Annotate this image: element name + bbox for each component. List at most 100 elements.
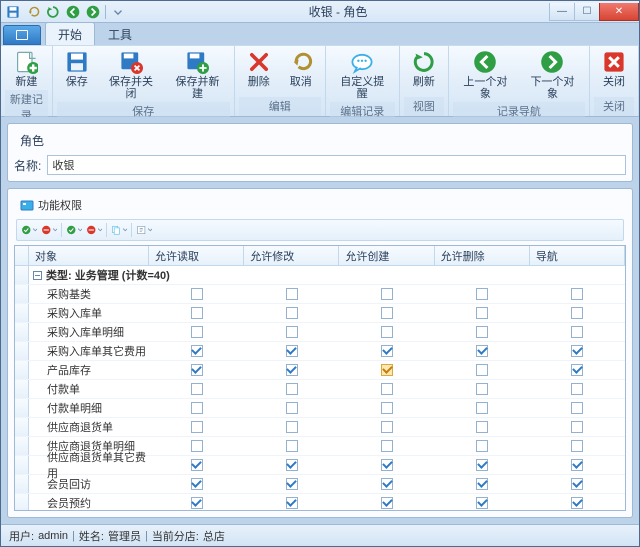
toolbar-check-icon[interactable] bbox=[21, 222, 37, 238]
checkbox[interactable] bbox=[286, 364, 298, 376]
minimize-button[interactable]: — bbox=[549, 3, 575, 21]
ribbon-save-button[interactable]: 保存 bbox=[57, 48, 97, 90]
checkbox[interactable] bbox=[571, 383, 583, 395]
checkbox[interactable] bbox=[571, 402, 583, 414]
ribbon-save-close-button[interactable]: 保存并关闭 bbox=[99, 48, 163, 102]
checkbox[interactable] bbox=[286, 383, 298, 395]
checkbox[interactable] bbox=[286, 307, 298, 319]
toolbar-check-icon[interactable] bbox=[66, 222, 82, 238]
checkbox[interactable] bbox=[286, 459, 298, 471]
checkbox[interactable] bbox=[286, 421, 298, 433]
checkbox[interactable] bbox=[476, 440, 488, 452]
group-row[interactable]: 类型: 业务管理 (计数=40) bbox=[15, 266, 625, 285]
checkbox[interactable] bbox=[476, 421, 488, 433]
checkbox[interactable] bbox=[191, 421, 203, 433]
ribbon-new-button[interactable]: 新建 bbox=[6, 48, 46, 90]
checkbox[interactable] bbox=[381, 440, 393, 452]
column-header-2[interactable]: 允许修改 bbox=[244, 246, 339, 265]
ribbon-group-label: 关闭 bbox=[594, 97, 634, 116]
checkbox[interactable] bbox=[191, 497, 203, 509]
checkbox[interactable] bbox=[381, 478, 393, 490]
checkbox[interactable] bbox=[286, 402, 298, 414]
role-name-input[interactable] bbox=[47, 155, 626, 175]
toolbar-copy-icon[interactable] bbox=[111, 222, 127, 238]
ribbon-delete-button[interactable]: 删除 bbox=[239, 48, 279, 90]
checkbox[interactable] bbox=[381, 402, 393, 414]
ribbon-refresh-button[interactable]: 刷新 bbox=[404, 48, 444, 90]
column-header-3[interactable]: 允许创建 bbox=[339, 246, 434, 265]
ribbon-close-button[interactable]: 关闭 bbox=[594, 48, 634, 90]
collapse-icon[interactable] bbox=[33, 271, 42, 280]
checkbox[interactable] bbox=[571, 307, 583, 319]
checkbox[interactable] bbox=[571, 288, 583, 300]
next-icon[interactable] bbox=[85, 4, 101, 20]
checkbox[interactable] bbox=[476, 478, 488, 490]
checkbox[interactable] bbox=[381, 383, 393, 395]
checkbox[interactable] bbox=[571, 440, 583, 452]
checkbox[interactable] bbox=[191, 364, 203, 376]
ribbon-tab-1[interactable]: 工具 bbox=[95, 22, 145, 45]
column-header-1[interactable]: 允许读取 bbox=[149, 246, 244, 265]
checkbox[interactable] bbox=[476, 459, 488, 471]
checkbox[interactable] bbox=[286, 345, 298, 357]
close-window-button[interactable]: ✕ bbox=[599, 3, 639, 21]
checkbox[interactable] bbox=[191, 478, 203, 490]
checkbox[interactable] bbox=[191, 307, 203, 319]
ribbon-remind-button[interactable]: 自定义提醒 bbox=[330, 48, 395, 102]
toolbar-export-icon[interactable] bbox=[136, 222, 152, 238]
checkbox[interactable] bbox=[476, 402, 488, 414]
column-header-5[interactable]: 导航 bbox=[530, 246, 625, 265]
checkbox[interactable] bbox=[476, 497, 488, 509]
checkbox[interactable] bbox=[381, 421, 393, 433]
checkbox[interactable] bbox=[476, 383, 488, 395]
checkbox[interactable] bbox=[286, 478, 298, 490]
checkbox[interactable] bbox=[286, 440, 298, 452]
save-icon[interactable] bbox=[5, 4, 21, 20]
refresh-icon[interactable] bbox=[45, 4, 61, 20]
undo-icon[interactable] bbox=[25, 4, 41, 20]
checkbox[interactable] bbox=[381, 326, 393, 338]
checkbox[interactable] bbox=[191, 345, 203, 357]
checkbox[interactable] bbox=[286, 497, 298, 509]
checkbox[interactable] bbox=[571, 478, 583, 490]
checkbox[interactable] bbox=[476, 364, 488, 376]
checkbox[interactable] bbox=[191, 402, 203, 414]
ribbon-cancel-button[interactable]: 取消 bbox=[281, 48, 321, 90]
checkbox[interactable] bbox=[571, 345, 583, 357]
checkbox[interactable] bbox=[571, 364, 583, 376]
more-icon[interactable] bbox=[110, 4, 126, 20]
checkbox[interactable] bbox=[381, 497, 393, 509]
ribbon-next-button[interactable]: 下一个对象 bbox=[520, 48, 585, 102]
checkbox[interactable] bbox=[571, 497, 583, 509]
checkbox[interactable] bbox=[381, 288, 393, 300]
checkbox[interactable] bbox=[191, 440, 203, 452]
checkbox[interactable] bbox=[191, 326, 203, 338]
toolbar-uncheck-icon[interactable] bbox=[86, 222, 102, 238]
checkbox[interactable] bbox=[476, 307, 488, 319]
ribbon-tab-0[interactable]: 开始 bbox=[45, 22, 95, 45]
checkbox[interactable] bbox=[571, 459, 583, 471]
checkbox[interactable] bbox=[191, 383, 203, 395]
checkbox[interactable] bbox=[286, 288, 298, 300]
checkbox[interactable] bbox=[571, 421, 583, 433]
checkbox[interactable] bbox=[381, 345, 393, 357]
column-header-4[interactable]: 允许删除 bbox=[435, 246, 530, 265]
checkbox[interactable] bbox=[571, 326, 583, 338]
maximize-button[interactable]: ☐ bbox=[574, 3, 600, 21]
grid-body[interactable]: 类型: 业务管理 (计数=40)采购基类采购入库单采购入库单明细采购入库单其它费… bbox=[15, 266, 625, 510]
checkbox[interactable] bbox=[381, 307, 393, 319]
checkbox[interactable] bbox=[476, 345, 488, 357]
checkbox[interactable] bbox=[381, 459, 393, 471]
checkbox[interactable] bbox=[476, 288, 488, 300]
checkbox[interactable] bbox=[286, 326, 298, 338]
app-menu-button[interactable] bbox=[3, 25, 41, 45]
checkbox[interactable] bbox=[191, 288, 203, 300]
checkbox[interactable] bbox=[476, 326, 488, 338]
ribbon-save-new-button[interactable]: 保存并新建 bbox=[165, 48, 229, 102]
toolbar-uncheck-icon[interactable] bbox=[41, 222, 57, 238]
ribbon-prev-button[interactable]: 上一个对象 bbox=[453, 48, 518, 102]
checkbox[interactable] bbox=[381, 364, 393, 376]
checkbox[interactable] bbox=[191, 459, 203, 471]
prev-icon[interactable] bbox=[65, 4, 81, 20]
column-header-0[interactable]: 对象 bbox=[29, 246, 149, 265]
